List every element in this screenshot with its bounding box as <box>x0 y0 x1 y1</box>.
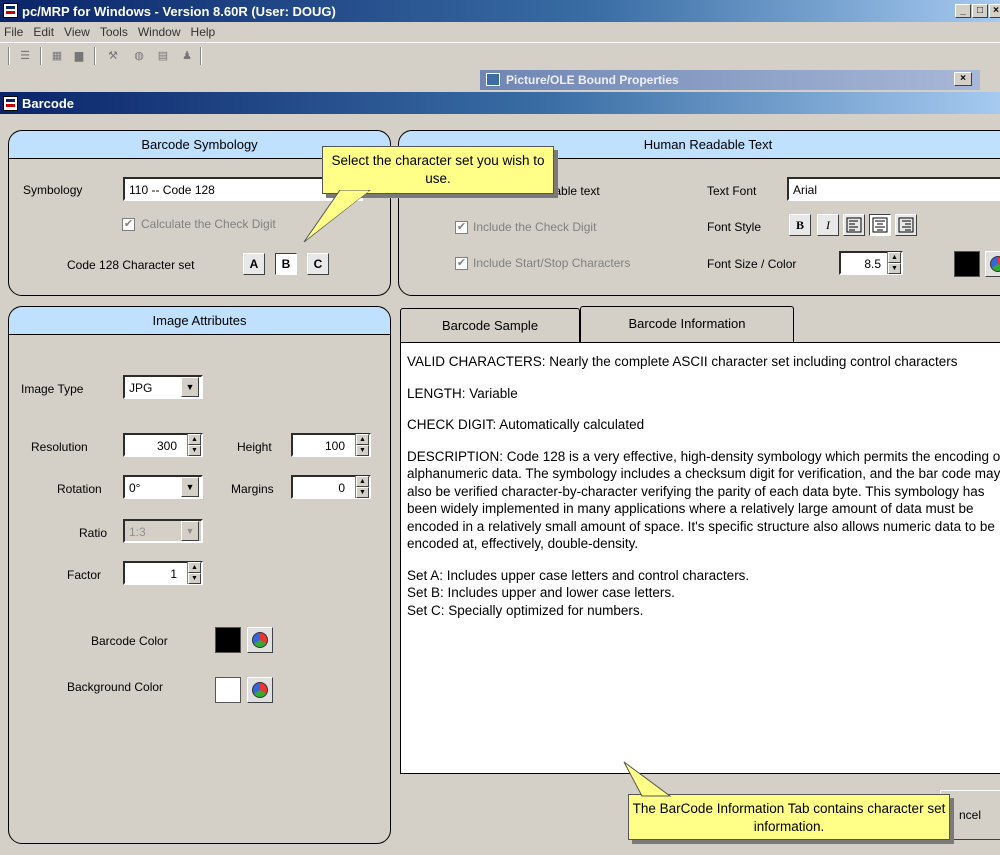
window-title: pc/MRP for Windows - Version 8.60R (User… <box>22 4 336 19</box>
background-color-picker-icon[interactable] <box>247 677 273 703</box>
chevron-down-icon[interactable]: ▼ <box>181 377 199 397</box>
tab-barcode-information[interactable]: Barcode Information <box>580 306 794 342</box>
barcode-color-picker-icon[interactable] <box>247 627 273 653</box>
set-c-text: Set C: Specially optimized for numbers. <box>407 602 644 618</box>
menu-tools[interactable]: Tools <box>96 22 134 39</box>
toolbar-separator <box>40 47 42 65</box>
tab-barcode-sample[interactable]: Barcode Sample <box>400 308 580 342</box>
text-font-select[interactable]: Arial <box>787 177 1000 201</box>
charset-a-button[interactable]: A <box>243 253 265 275</box>
globe-icon[interactable]: ◍ <box>130 49 148 63</box>
ole-close-button[interactable]: × <box>954 72 972 86</box>
main-title-bar: pc/MRP for Windows - Version 8.60R (User… <box>0 0 1000 22</box>
text-color-swatch <box>954 251 980 277</box>
menu-window[interactable]: Window <box>134 22 187 39</box>
grid-icon[interactable]: ▦ <box>48 49 66 63</box>
charset-label: Code 128 Character set <box>67 258 195 272</box>
toolbar-separator <box>8 47 10 65</box>
ole-properties-title-bar: Picture/OLE Bound Properties × <box>480 70 980 90</box>
include-startstop-checkbox[interactable]: ✔ <box>455 257 468 270</box>
rotation-label: Rotation <box>57 482 102 496</box>
check-digit-text: CHECK DIGIT: Automatically calculated <box>407 417 645 432</box>
people-icon[interactable]: ♟ <box>178 49 196 63</box>
toolbar-separator <box>94 47 96 65</box>
app-icon <box>3 3 18 18</box>
callout-pointer <box>303 190 371 243</box>
align-left-icon[interactable] <box>843 214 865 236</box>
bold-button[interactable]: B <box>789 214 811 236</box>
valid-characters-text: VALID CHARACTERS: Nearly the complete AS… <box>407 354 958 369</box>
ole-window-title: Picture/OLE Bound Properties <box>506 73 679 87</box>
font-size-color-label: Font Size / Color <box>707 257 797 271</box>
align-center-icon[interactable] <box>869 214 891 236</box>
font-size-spinner[interactable]: ▲ ▼ <box>887 252 901 274</box>
height-spinner[interactable]: ▲ ▼ <box>355 434 369 456</box>
window-icon <box>486 73 500 86</box>
symbology-label: Symbology <box>23 183 83 197</box>
margins-spinner[interactable]: ▲ ▼ <box>355 476 369 498</box>
toolbar: ☰ ▦ ▆ ⚒ ◍ ▤ ♟ <box>0 42 1000 68</box>
set-a-text: Set A: Includes upper case letters and c… <box>407 567 750 583</box>
list-icon[interactable]: ☰ <box>16 49 34 63</box>
image-attributes-panel: Image Attributes Image Type JPG ▼ Resolu… <box>8 306 391 844</box>
include-startstop-label: Include Start/Stop Characters <box>473 256 631 270</box>
menu-help[interactable]: Help <box>187 22 222 39</box>
dialog-title: Barcode <box>22 96 75 111</box>
tools-icon[interactable]: ⚒ <box>104 49 122 63</box>
charset-callout: Select the character set you wish to use… <box>322 146 554 194</box>
close-button[interactable]: × <box>989 4 1000 18</box>
folder-icon[interactable]: ▆ <box>70 49 88 63</box>
menu-edit[interactable]: Edit <box>29 22 60 39</box>
minimize-button[interactable]: _ <box>955 4 971 18</box>
resolution-label: Resolution <box>31 440 88 454</box>
layout-icon[interactable]: ▤ <box>154 49 172 63</box>
set-b-text: Set B: Includes upper and lower case let… <box>407 585 675 600</box>
calculate-check-digit-label: Calculate the Check Digit <box>141 217 276 231</box>
include-check-digit-checkbox[interactable]: ✔ <box>455 221 468 234</box>
length-text: LENGTH: Variable <box>407 385 518 401</box>
barcode-information-text: VALID CHARACTERS: Nearly the complete AS… <box>400 342 1000 774</box>
info-tab-callout: The BarCode Information Tab contains cha… <box>628 794 950 840</box>
maximize-button[interactable]: □ <box>972 4 988 18</box>
factor-label: Factor <box>67 568 102 582</box>
text-color-picker-icon[interactable] <box>985 251 1000 277</box>
image-type-label: Image Type <box>21 382 84 396</box>
margins-label: Margins <box>231 482 274 496</box>
background-color-swatch <box>215 677 241 703</box>
toolbar-separator <box>200 47 202 65</box>
chevron-down-icon[interactable]: ▼ <box>181 521 199 541</box>
background-color-label: Background Color <box>67 680 164 694</box>
text-font-label: Text Font <box>707 184 757 198</box>
italic-button[interactable]: I <box>817 214 839 236</box>
menu-view[interactable]: View <box>60 22 96 39</box>
menu-bar: File Edit View Tools Window Help <box>0 22 1000 42</box>
ratio-label: Ratio <box>79 526 108 540</box>
barcode-color-swatch <box>215 627 241 653</box>
factor-spinner[interactable]: ▲ ▼ <box>187 562 201 584</box>
callout-pointer <box>623 761 672 797</box>
font-style-label: Font Style <box>707 220 762 234</box>
include-check-digit-label: Include the Check Digit <box>473 220 597 234</box>
description-text: DESCRIPTION: Code 128 is a very effectiv… <box>407 448 1000 552</box>
chevron-down-icon[interactable]: ▼ <box>181 477 199 497</box>
dialog-icon <box>3 96 18 111</box>
align-right-icon[interactable] <box>895 214 917 236</box>
image-attributes-heading: Image Attributes <box>9 307 390 335</box>
calculate-check-digit-checkbox[interactable]: ✔ <box>122 218 135 231</box>
resolution-spinner[interactable]: ▲ ▼ <box>187 434 201 456</box>
barcode-dialog-title-bar: Barcode <box>0 92 1000 114</box>
barcode-color-label: Barcode Color <box>91 634 168 648</box>
height-label: Height <box>237 440 272 454</box>
menu-file[interactable]: File <box>0 22 29 39</box>
